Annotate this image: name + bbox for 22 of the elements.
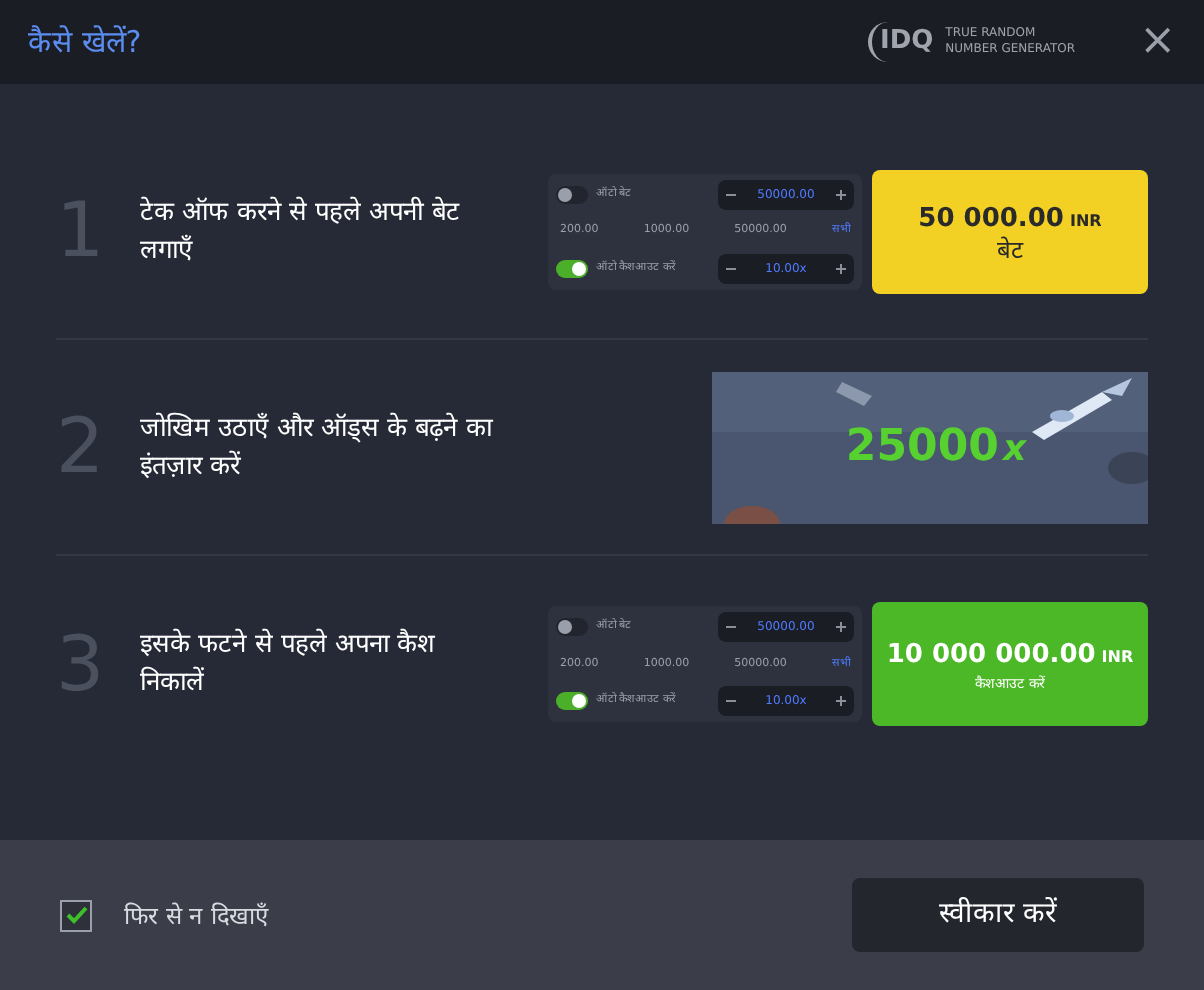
minus-icon[interactable] bbox=[726, 267, 736, 269]
toggle-switch[interactable] bbox=[556, 618, 588, 636]
toggle-switch[interactable] bbox=[556, 259, 588, 277]
dialog-title: कैसे खेलें? bbox=[28, 21, 144, 64]
bet-button[interactable]: 50 000.00 INR बेट bbox=[872, 169, 1148, 293]
checkbox[interactable] bbox=[60, 899, 92, 931]
plus-icon[interactable] bbox=[835, 263, 846, 273]
accept-button[interactable]: स्वीकार करें bbox=[852, 878, 1144, 952]
multiplier-text: 25000x bbox=[845, 420, 1027, 476]
step-text: जोखिम उठाएँ और ऑड्स के बढ़ने का इंतज़ार करें bbox=[140, 410, 495, 485]
plus-icon[interactable] bbox=[835, 622, 846, 632]
toggle-switch[interactable] bbox=[556, 185, 588, 203]
toggle-switch[interactable] bbox=[556, 692, 588, 710]
check-icon bbox=[65, 906, 87, 924]
close-button[interactable]: × bbox=[1139, 20, 1176, 64]
checkbox-label: फिर से न दिखाएँ bbox=[124, 899, 269, 933]
plus-icon[interactable] bbox=[835, 189, 846, 199]
logo-mark: IDQ bbox=[867, 22, 934, 62]
step-text: टेक ऑफ करने से पहले अपनी बेट लगाएँ bbox=[140, 194, 462, 269]
step-text: इसके फटने से पहले अपना कैश निकालें bbox=[140, 626, 438, 702]
minus-icon[interactable] bbox=[726, 193, 736, 195]
plus-icon[interactable] bbox=[835, 696, 846, 706]
